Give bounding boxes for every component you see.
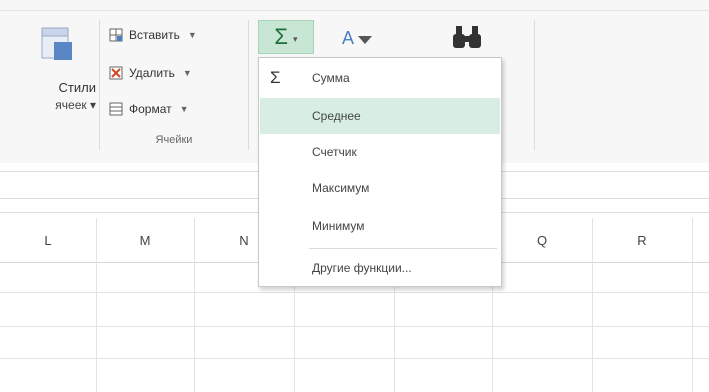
cell-styles-label-line1: Стили — [58, 80, 96, 95]
menu-item-count[interactable]: Счетчик — [260, 134, 500, 170]
sort-filter-button[interactable]: A — [340, 24, 380, 58]
menu-item-label: Счетчик — [312, 145, 357, 159]
ribbon-top-divider — [0, 10, 709, 11]
insert-button[interactable]: Вставить ▼ — [109, 24, 197, 46]
sigma-icon: Σ — [270, 68, 281, 87]
format-cells-icon — [109, 102, 123, 116]
autosum-button[interactable]: Σ ▾ — [258, 20, 314, 54]
menu-item-more-functions[interactable]: Другие функции... — [260, 250, 500, 286]
format-label: Формат — [129, 102, 172, 116]
chevron-down-icon: ▼ — [187, 30, 197, 40]
column-header-r[interactable]: R — [592, 218, 692, 262]
insert-label: Вставить — [129, 28, 180, 42]
menu-item-label: Среднее — [312, 109, 361, 123]
grid-horizontal-line — [0, 326, 709, 327]
menu-separator — [309, 248, 497, 249]
delete-button[interactable]: Удалить ▼ — [109, 62, 192, 84]
delete-label: Удалить — [129, 66, 175, 80]
sigma-icon: Σ — [274, 24, 289, 49]
group-separator — [99, 20, 100, 150]
column-header-l[interactable]: L — [0, 218, 96, 262]
group-separator — [534, 20, 535, 150]
column-header-m[interactable]: M — [96, 218, 194, 262]
chevron-down-icon: ▾ — [293, 33, 298, 44]
menu-item-average[interactable]: Среднее — [260, 98, 500, 134]
format-button[interactable]: Формат ▼ — [109, 98, 189, 120]
grid-horizontal-line — [0, 358, 709, 359]
autosum-dropdown-menu: Σ Сумма Среднее Счетчик Максимум Минимум… — [258, 57, 502, 287]
menu-item-label: Минимум — [312, 219, 365, 233]
chevron-down-icon: ▼ — [179, 104, 189, 114]
chevron-down-icon: ▼ — [182, 68, 192, 78]
find-select-button[interactable] — [450, 22, 490, 58]
group-separator — [248, 20, 249, 150]
cells-group-label: Ячейки — [155, 134, 193, 146]
menu-item-label: Другие функции... — [312, 261, 412, 275]
grid-horizontal-line — [0, 292, 709, 293]
menu-item-sum[interactable]: Σ Сумма — [260, 60, 500, 96]
delete-cells-icon — [109, 66, 123, 80]
insert-cells-icon — [109, 28, 123, 42]
menu-item-label: Максимум — [312, 181, 370, 195]
cell-styles-icon — [41, 27, 72, 60]
grid-vertical-line — [692, 218, 693, 392]
svg-text:A: A — [342, 28, 354, 48]
grid-vertical-line — [592, 218, 593, 392]
cell-styles-button[interactable]: Стили ячеек ▾ — [10, 22, 96, 142]
grid-vertical-line — [194, 218, 195, 392]
column-header-q[interactable]: Q — [492, 218, 592, 262]
menu-item-label: Сумма — [312, 71, 350, 85]
sort-filter-icon: A — [342, 28, 372, 48]
binoculars-icon — [453, 26, 481, 48]
menu-item-max[interactable]: Максимум — [260, 170, 500, 206]
cell-styles-label-line2: ячеек ▾ — [55, 98, 96, 112]
grid-vertical-line — [96, 218, 97, 392]
menu-item-min[interactable]: Минимум — [260, 208, 500, 244]
